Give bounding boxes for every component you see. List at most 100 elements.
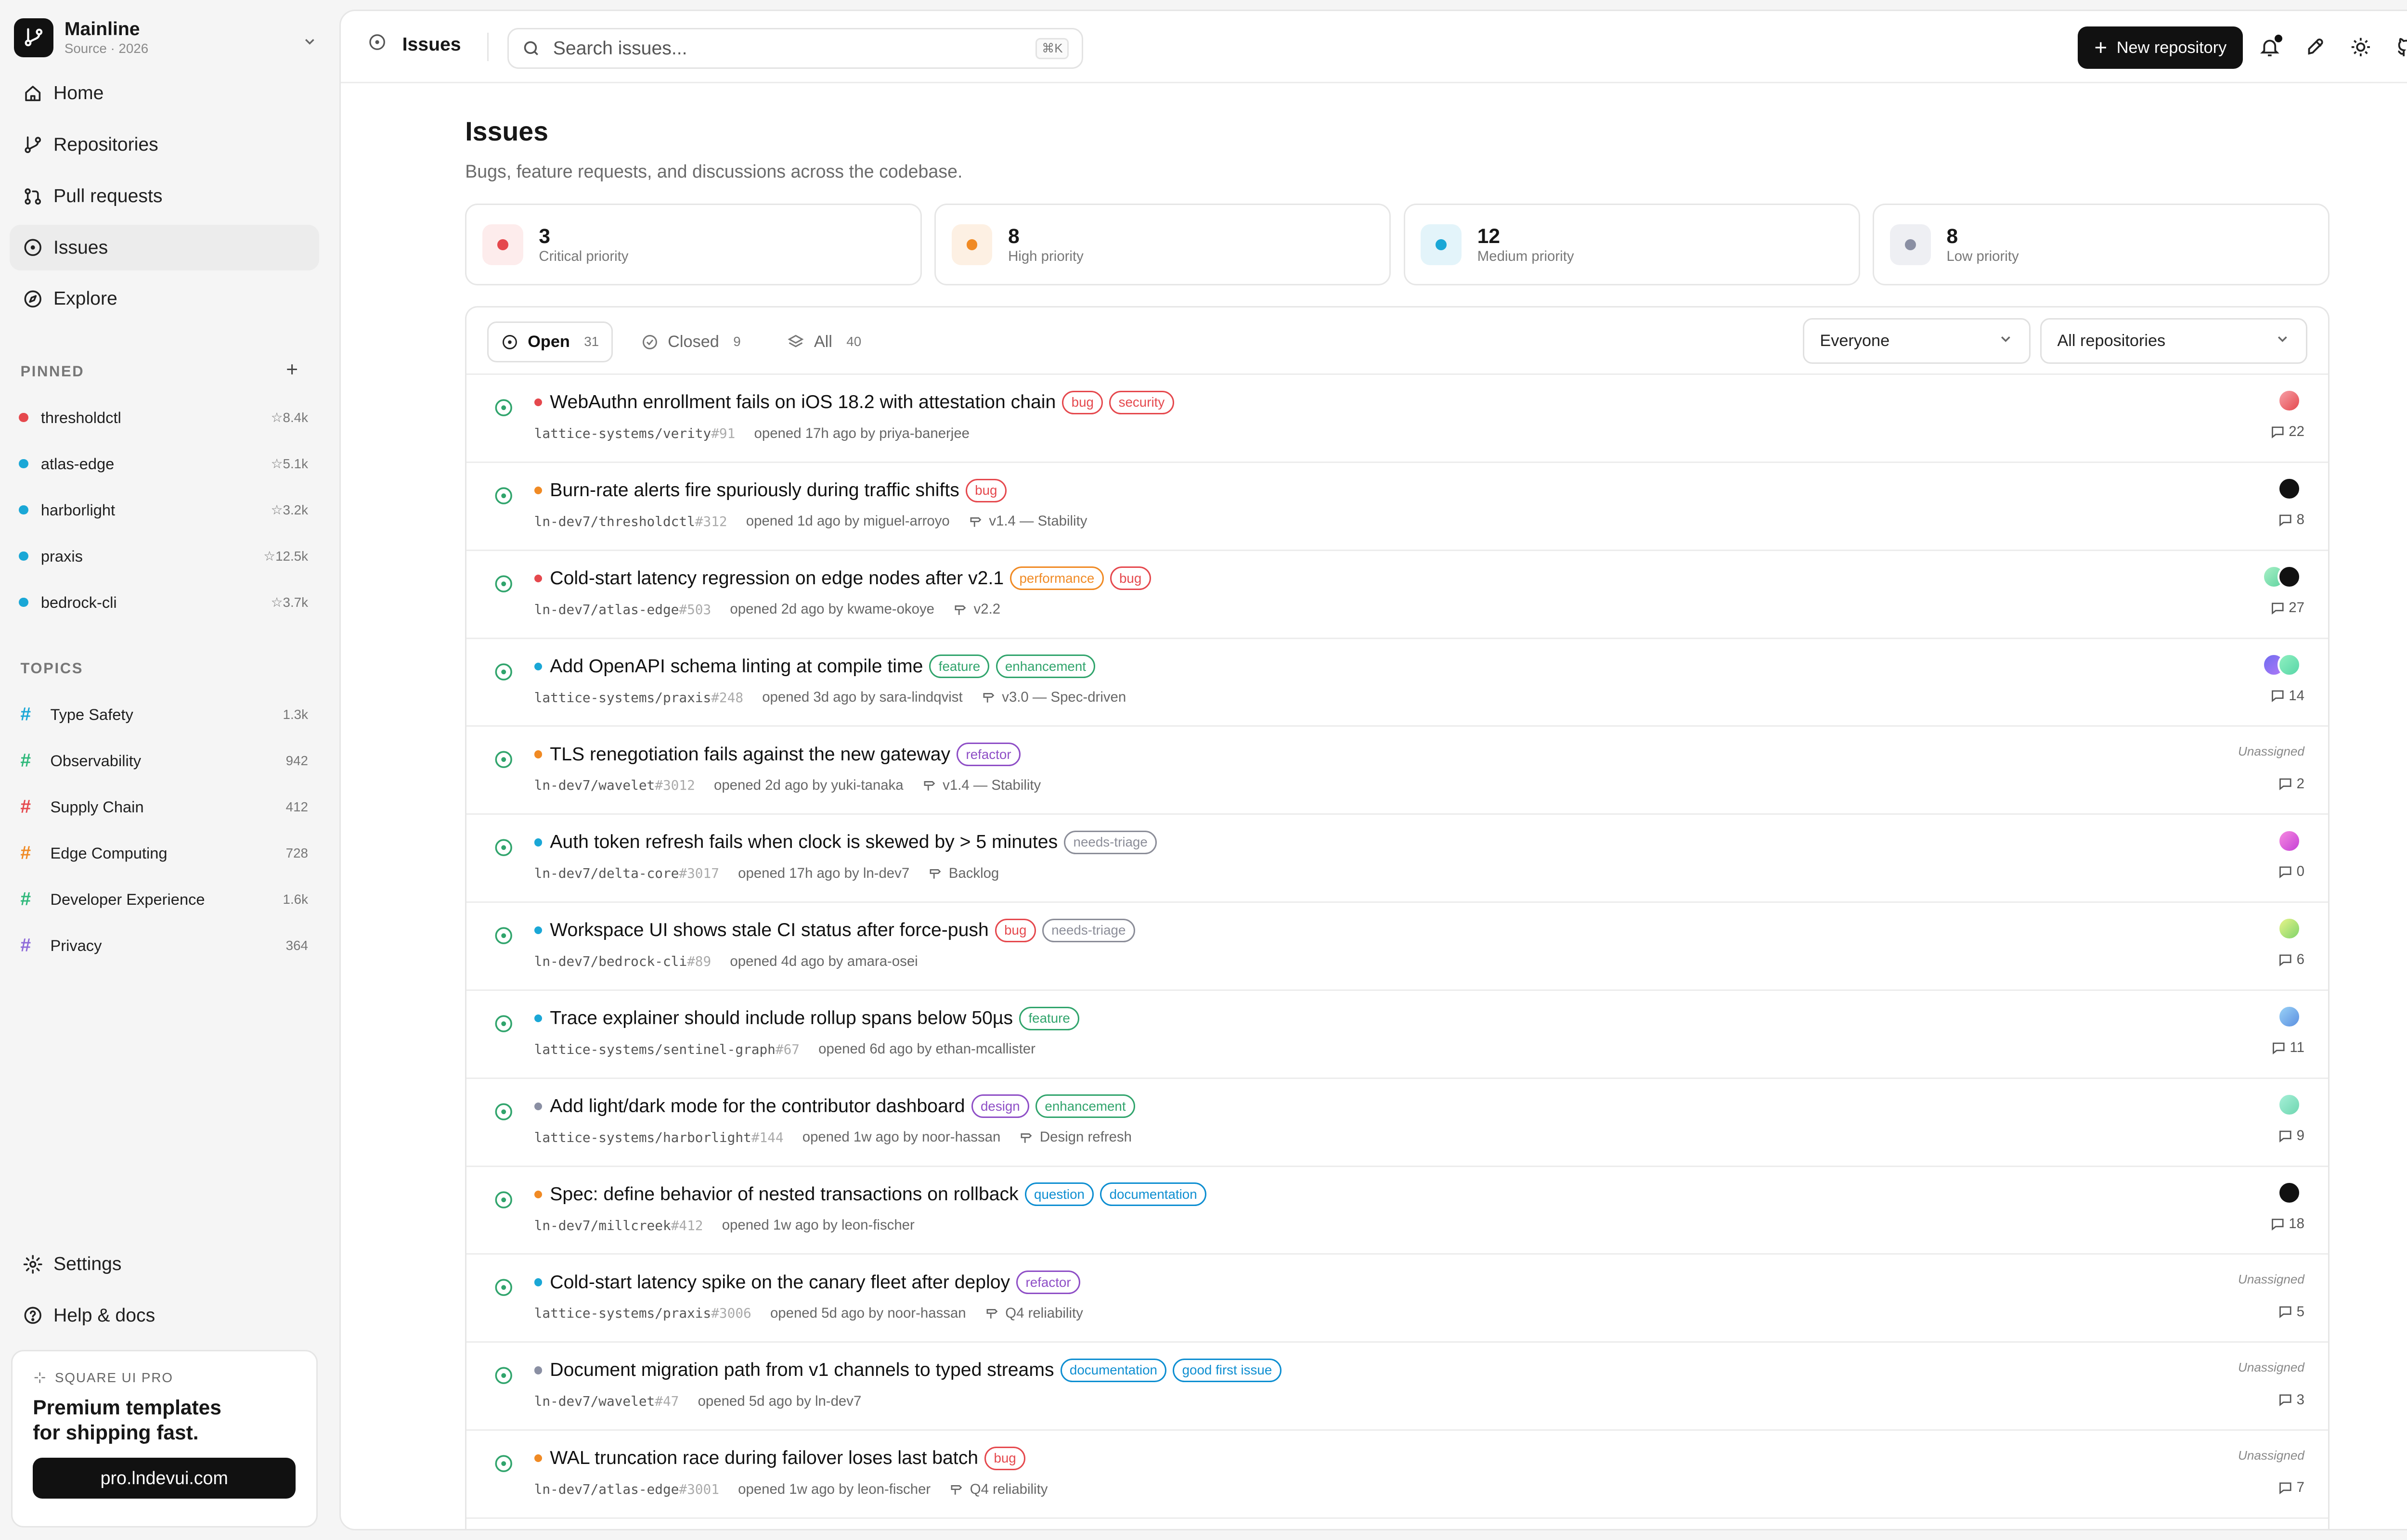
topic-edge-computing[interactable]: # Edge Computing 728	[10, 830, 319, 876]
avatar[interactable]	[2278, 477, 2302, 501]
issue-title[interactable]: Trace explainer should include rollup sp…	[550, 1008, 1013, 1029]
avatar[interactable]	[2278, 829, 2302, 853]
nav-item-settings[interactable]: Settings	[10, 1242, 319, 1287]
repository-select[interactable]: All repositories	[2040, 318, 2307, 364]
issue-title[interactable]: WebAuthn enrollment fails on iOS 18.2 wi…	[550, 392, 1056, 413]
milestone[interactable]: v1.4 — Stability	[969, 513, 1087, 529]
add-pinned-button[interactable]: +	[286, 358, 298, 381]
comment-count[interactable]: 3	[2278, 1392, 2304, 1408]
label-bug[interactable]: bug	[1110, 566, 1151, 590]
label-feature[interactable]: feature	[1019, 1006, 1080, 1030]
pinned-repo-atlas-edge[interactable]: atlas-edge ☆5.1k	[10, 441, 319, 487]
issue-row[interactable]: Add light/dark mode for the contributor …	[466, 1079, 2328, 1167]
comment-count[interactable]: 14	[2270, 688, 2304, 704]
issue-repo[interactable]: lattice-systems/praxis	[534, 690, 712, 706]
issue-repo[interactable]: ln-dev7/atlas-edge	[534, 602, 679, 617]
topic-privacy[interactable]: # Privacy 364	[10, 923, 319, 969]
tab-closed[interactable]: Closed 9	[629, 321, 753, 362]
promo-link-button[interactable]: pro.lndevui.com	[33, 1458, 296, 1499]
avatar[interactable]	[2278, 1181, 2302, 1205]
comment-count[interactable]: 18	[2270, 1216, 2304, 1232]
issue-title[interactable]: Cold-start latency regression on edge no…	[550, 568, 1004, 589]
tab-all[interactable]: All 40	[775, 321, 874, 362]
label-needs-triage[interactable]: needs-triage	[1064, 830, 1157, 854]
avatar[interactable]	[2278, 653, 2302, 677]
label-bug[interactable]: bug	[984, 1446, 1026, 1470]
comment-count[interactable]: 27	[2270, 600, 2304, 616]
label-security[interactable]: security	[1109, 390, 1174, 414]
issue-title[interactable]: Add light/dark mode for the contributor …	[550, 1096, 965, 1117]
issue-row[interactable]: TLS renegotiation fails against the new …	[466, 727, 2328, 815]
comment-count[interactable]: 7	[2278, 1479, 2304, 1496]
issue-row[interactable]: Trace explainer should include rollup sp…	[466, 991, 2328, 1079]
nav-item-explore[interactable]: Explore	[10, 276, 319, 322]
label-bug[interactable]: bug	[1062, 390, 1103, 414]
issue-title[interactable]: TLS renegotiation fails against the new …	[550, 744, 950, 765]
pinned-repo-harborlight[interactable]: harborlight ☆3.2k	[10, 487, 319, 533]
milestone[interactable]: Design refresh	[1019, 1129, 1132, 1145]
milestone[interactable]: v3.0 — Spec-driven	[982, 689, 1126, 706]
label-documentation[interactable]: documentation	[1060, 1358, 1167, 1382]
issue-repo[interactable]: ln-dev7/millcreek	[534, 1218, 671, 1233]
github-button[interactable]	[2394, 35, 2407, 60]
comment-count[interactable]: 8	[2278, 512, 2304, 528]
pinned-repo-thresholdctl[interactable]: thresholdctl ☆8.4k	[10, 395, 319, 441]
comment-count[interactable]: 2	[2278, 776, 2304, 792]
nav-item-home[interactable]: Home	[10, 71, 319, 116]
label-question[interactable]: question	[1024, 1182, 1094, 1206]
milestone[interactable]: v1.4 — Stability	[922, 777, 1041, 794]
new-repository-button[interactable]: + New repository	[2078, 26, 2243, 69]
label-bug[interactable]: bug	[995, 918, 1036, 942]
nav-item-repositories[interactable]: Repositories	[10, 122, 319, 168]
issue-repo[interactable]: lattice-systems/praxis	[534, 1305, 712, 1321]
label-refactor[interactable]: refactor	[1016, 1270, 1080, 1295]
issue-title[interactable]: Workspace UI shows stale CI status after…	[550, 920, 988, 941]
milestone[interactable]: Q4 reliability	[985, 1305, 1083, 1322]
comment-count[interactable]: 11	[2271, 1040, 2304, 1056]
issue-row[interactable]: Spec: define behavior of nested transact…	[466, 1167, 2328, 1255]
topic-observability[interactable]: # Observability 942	[10, 738, 319, 784]
issue-row[interactable]: WebAuthn enrollment fails on iOS 18.2 wi…	[466, 375, 2328, 463]
topic-type-safety[interactable]: # Type Safety 1.3k	[10, 692, 319, 738]
assignee-select[interactable]: Everyone	[1802, 318, 2031, 364]
label-enhancement[interactable]: enhancement	[1035, 1094, 1135, 1118]
label-good-first-issue[interactable]: good first issue	[1173, 1358, 1281, 1382]
issue-repo[interactable]: ln-dev7/wavelet	[534, 777, 655, 793]
topic-supply-chain[interactable]: # Supply Chain 412	[10, 784, 319, 830]
pinned-repo-bedrock-cli[interactable]: bedrock-cli ☆3.7k	[10, 579, 319, 626]
comment-count[interactable]: 22	[2270, 424, 2304, 440]
workspace-switcher[interactable]: Mainline Source · 2026	[14, 14, 321, 61]
issue-repo[interactable]: ln-dev7/wavelet	[534, 1393, 655, 1409]
issue-row[interactable]: Cold-start latency regression on edge no…	[466, 551, 2328, 639]
label-needs-triage[interactable]: needs-triage	[1042, 918, 1135, 942]
issue-row[interactable]: Document migration path from v1 channels…	[466, 1343, 2328, 1431]
label-refactor[interactable]: refactor	[957, 743, 1021, 767]
issue-repo[interactable]: lattice-systems/harborlight	[534, 1129, 751, 1145]
issue-repo[interactable]: ln-dev7/delta-core	[534, 865, 679, 881]
avatar[interactable]	[2278, 565, 2302, 589]
issue-repo[interactable]: lattice-systems/sentinel-graph	[534, 1041, 776, 1057]
nav-item-help-docs[interactable]: Help & docs	[10, 1293, 319, 1338]
issue-row[interactable]: Add OpenAPI schema linting at compile ti…	[466, 639, 2328, 727]
issue-title[interactable]: Cold-start latency spike on the canary f…	[550, 1272, 1010, 1293]
tab-open[interactable]: Open 31	[487, 321, 613, 362]
issue-row[interactable]: Cold-start latency spike on the canary f…	[466, 1255, 2328, 1343]
comment-count[interactable]: 0	[2278, 863, 2304, 880]
issue-title[interactable]: Auth token refresh fails when clock is s…	[550, 832, 1058, 853]
issue-title[interactable]: Document migration path from v1 channels…	[550, 1360, 1054, 1381]
issue-row[interactable]: WAL truncation race during failover lose…	[466, 1431, 2328, 1519]
nav-item-issues[interactable]: Issues	[9, 225, 319, 270]
issue-title[interactable]: Spec: define behavior of nested transact…	[550, 1184, 1018, 1205]
issue-row[interactable]: Auth token refresh fails when clock is s…	[466, 815, 2328, 903]
comment-count[interactable]: 6	[2278, 951, 2304, 968]
notifications-button[interactable]	[2257, 34, 2282, 60]
issue-repo[interactable]: ln-dev7/thresholdctl	[534, 513, 695, 529]
issue-row[interactable]: Workspace UI shows stale CI status after…	[466, 903, 2328, 991]
label-bug[interactable]: bug	[965, 478, 1007, 502]
label-performance[interactable]: performance	[1010, 566, 1104, 590]
issue-repo[interactable]: ln-dev7/bedrock-cli	[534, 953, 687, 969]
milestone[interactable]: v2.2	[953, 601, 1000, 617]
label-documentation[interactable]: documentation	[1100, 1182, 1206, 1206]
avatar[interactable]	[2278, 1005, 2302, 1029]
theme-toggle-button[interactable]	[2348, 35, 2373, 60]
